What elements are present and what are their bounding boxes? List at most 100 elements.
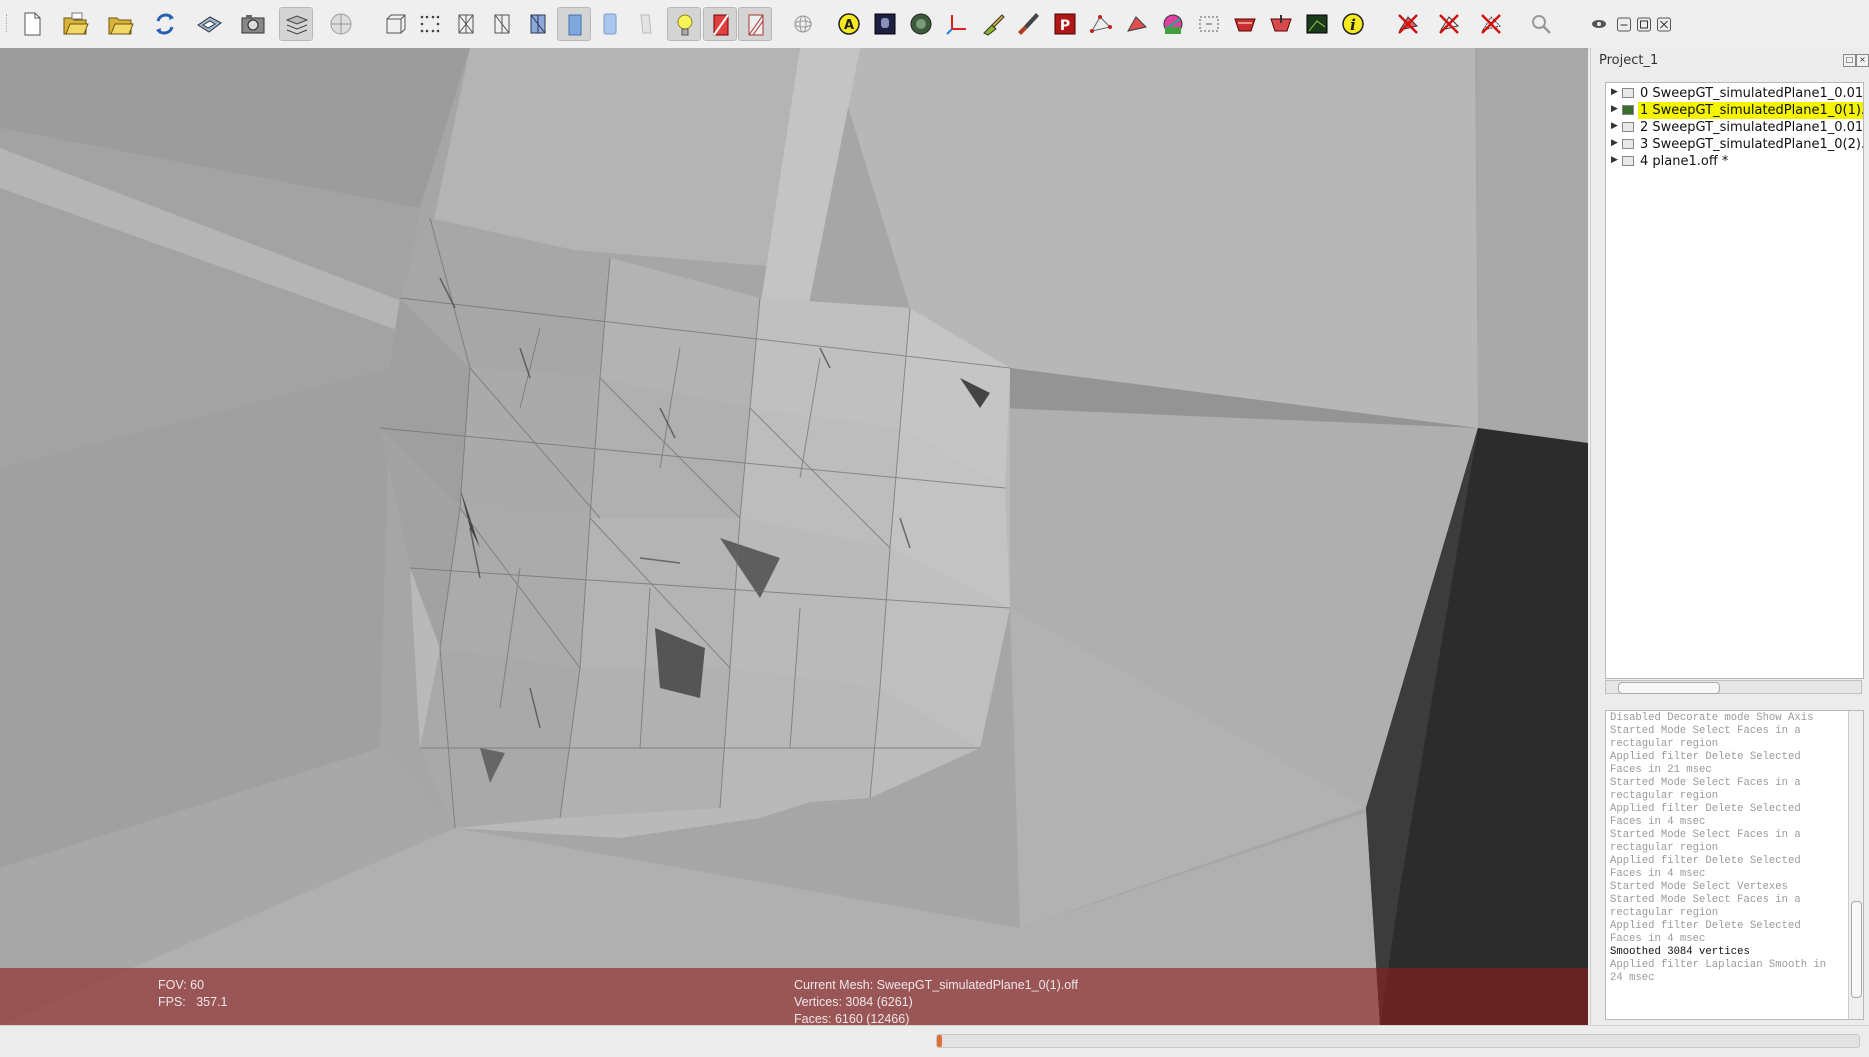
layer-row-selected[interactable]: ▶ 1 SweepGT_simulatedPlane1_0(1).off xyxy=(1606,102,1863,119)
new-project-icon[interactable] xyxy=(15,7,49,41)
float-panel-button[interactable]: □ xyxy=(1843,54,1856,67)
depth-map-icon[interactable] xyxy=(868,7,902,41)
visibility-toggle-icon[interactable] xyxy=(1622,88,1634,98)
fov-fps-block: FOV: 60 FPS: 357.1 xyxy=(158,977,228,1011)
layers-icon[interactable] xyxy=(279,7,313,41)
shadow-icon[interactable] xyxy=(976,7,1010,41)
expand-arrow-icon[interactable]: ▶ xyxy=(1611,138,1618,148)
close-window-button[interactable] xyxy=(1647,7,1671,41)
wireframe-icon[interactable] xyxy=(449,7,483,41)
fps-value: 357.1 xyxy=(196,995,228,1009)
log-area[interactable]: Disabled Decorate mode Show Axis Started … xyxy=(1605,710,1864,1020)
select-faces-icon[interactable] xyxy=(1120,7,1154,41)
expand-arrow-icon[interactable]: ▶ xyxy=(1611,104,1618,114)
log-line: Started Mode Select Faces in a xyxy=(1610,725,1801,737)
faces-count: Faces: 6160 (12466) xyxy=(794,1012,910,1025)
lighting-icon[interactable] xyxy=(667,7,701,41)
log-line: Applied filter Delete Selected xyxy=(1610,920,1801,932)
edit-fragment-icon[interactable] xyxy=(1300,7,1334,41)
log-line: Started Mode Select Faces in a xyxy=(1610,829,1801,841)
layer-tree[interactable]: ▶ 0 SweepGT_simulatedPlane1_0.01_1 ▶ 1 S… xyxy=(1605,82,1864,679)
select-vertices-icon[interactable] xyxy=(1084,7,1118,41)
toolbar-grip[interactable] xyxy=(6,14,9,32)
delete-faces-vertices-icon[interactable] xyxy=(1474,7,1508,41)
svg-text:i: i xyxy=(1350,16,1356,34)
log-line: Smoothed 3084 vertices xyxy=(1610,946,1750,958)
svg-text:P: P xyxy=(1060,18,1070,34)
points-icon[interactable] xyxy=(413,7,447,41)
log-line: 24 msec xyxy=(1610,972,1655,984)
dock-eye-icon[interactable] xyxy=(1582,7,1606,41)
visibility-toggle-icon[interactable] xyxy=(1622,105,1634,115)
smooth-icon[interactable] xyxy=(593,7,627,41)
progress-bar xyxy=(936,1034,1860,1048)
fov-label: FOV: 60 xyxy=(158,978,205,992)
fancy-lighting-icon[interactable] xyxy=(738,7,772,41)
search-icon[interactable] xyxy=(1524,7,1558,41)
3d-viewport[interactable]: FOV: 60 FPS: 357.1 Current Mesh: SweepGT… xyxy=(0,48,1588,1025)
info-icon[interactable]: i xyxy=(1336,7,1370,41)
open-mesh-icon[interactable] xyxy=(103,7,137,41)
minimize-window-button[interactable] xyxy=(1607,7,1631,41)
restore-window-button[interactable] xyxy=(1627,7,1651,41)
layer-label: 4 plane1.off * xyxy=(1640,154,1729,169)
radiance-scaling-icon[interactable] xyxy=(904,7,938,41)
log-line: Started Mode Select Faces in a xyxy=(1610,777,1801,789)
log-line: rectagular region xyxy=(1610,907,1719,919)
log-line: Applied filter Delete Selected xyxy=(1610,855,1801,867)
save-icon[interactable] xyxy=(192,7,226,41)
visibility-toggle-icon[interactable] xyxy=(1622,139,1634,149)
expand-arrow-icon[interactable]: ▶ xyxy=(1611,121,1618,131)
trackball-icon[interactable] xyxy=(786,7,820,41)
flat-icon[interactable] xyxy=(557,7,591,41)
log-line: Faces in 4 msec xyxy=(1610,816,1706,828)
fps-label: FPS: xyxy=(158,995,186,1009)
select-connected-icon[interactable] xyxy=(1156,7,1190,41)
layer-row[interactable]: ▶ 0 SweepGT_simulatedPlane1_0.01_1 xyxy=(1606,85,1863,102)
svg-text:A: A xyxy=(844,18,854,33)
main-toolbar: A P i xyxy=(0,0,1869,49)
reload-icon[interactable] xyxy=(148,7,182,41)
delete-faces-icon[interactable] xyxy=(1391,7,1425,41)
vertices-count: Vertices: 3084 (6261) xyxy=(794,995,913,1009)
open-project-icon[interactable] xyxy=(58,7,92,41)
layer-tree-horizontal-scrollbar[interactable] xyxy=(1605,680,1862,694)
snapshot-icon[interactable] xyxy=(236,7,270,41)
layer-label: 1 SweepGT_simulatedPlane1_0(1).off xyxy=(1638,102,1863,119)
bounding-box-icon[interactable] xyxy=(378,7,412,41)
layer-label: 3 SweepGT_simulatedPlane1_0(2).off xyxy=(1640,137,1864,152)
show-axis-icon[interactable] xyxy=(940,7,974,41)
log-vertical-scrollbar[interactable] xyxy=(1848,711,1863,1019)
mesh-render xyxy=(0,48,1588,1025)
layer-row[interactable]: ▶ 2 SweepGT_simulatedPlane1_0.01_1 xyxy=(1606,119,1863,136)
back-face-icon[interactable] xyxy=(703,7,737,41)
scrollbar-thumb[interactable] xyxy=(1851,901,1862,998)
quoted-box-icon[interactable]: A xyxy=(832,7,866,41)
log-lines: Disabled Decorate mode Show Axis Started … xyxy=(1610,712,1842,985)
visibility-toggle-icon[interactable] xyxy=(1622,122,1634,132)
hidden-lines-icon[interactable] xyxy=(485,7,519,41)
log-line: Applied filter Laplacian Smooth in xyxy=(1610,959,1827,971)
render-mode-icon[interactable] xyxy=(324,7,358,41)
layer-row[interactable]: ▶ 4 plane1.off * xyxy=(1606,153,1863,170)
align-icon[interactable] xyxy=(1228,7,1262,41)
manipulators-icon[interactable] xyxy=(1264,7,1298,41)
flat-lines-icon[interactable] xyxy=(521,7,555,41)
fps-readout: FPS: 357.1 xyxy=(158,994,228,1011)
paint-icon[interactable] xyxy=(1012,7,1046,41)
scrollbar-thumb[interactable] xyxy=(1618,682,1720,694)
layer-row[interactable]: ▶ 3 SweepGT_simulatedPlane1_0(2).off xyxy=(1606,136,1863,153)
delete-vertices-icon[interactable] xyxy=(1432,7,1466,41)
plane-cut-icon[interactable]: P xyxy=(1048,7,1082,41)
pick-points-icon[interactable] xyxy=(1192,7,1226,41)
visibility-toggle-icon[interactable] xyxy=(1622,156,1634,166)
log-line: Applied filter Delete Selected xyxy=(1610,751,1801,763)
expand-arrow-icon[interactable]: ▶ xyxy=(1611,87,1618,97)
log-line: Started Mode Select Faces in a xyxy=(1610,894,1801,906)
layer-label: 2 SweepGT_simulatedPlane1_0.01_1 xyxy=(1640,120,1864,135)
log-line: Faces in 4 msec xyxy=(1610,868,1706,880)
texture-icon[interactable] xyxy=(629,7,663,41)
close-panel-button[interactable]: × xyxy=(1856,54,1869,67)
expand-arrow-icon[interactable]: ▶ xyxy=(1611,155,1618,165)
log-line: Applied filter Delete Selected xyxy=(1610,803,1801,815)
